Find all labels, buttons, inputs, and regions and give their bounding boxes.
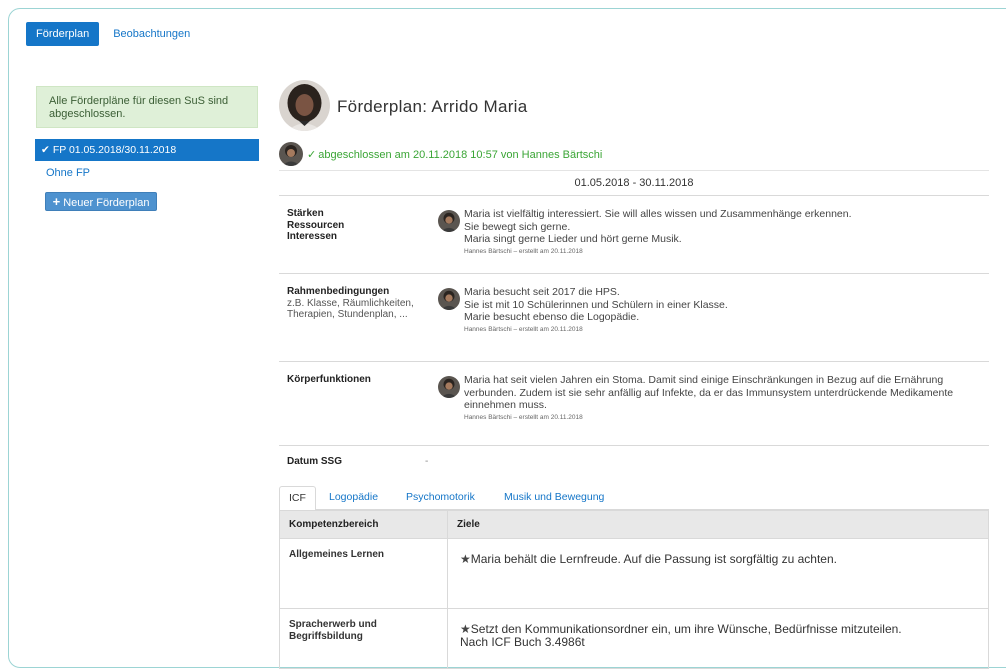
ziel-text: Nach ICF Buch 3.4986t	[460, 635, 585, 649]
text-line: Maria besucht seit 2017 die HPS.	[464, 286, 620, 298]
text-line: Sie bewegt sich gerne.	[464, 220, 571, 233]
text-line: Maria hat seit vielen Jahren ein Stoma. …	[464, 374, 954, 411]
status-row: ✓ abgeschlossen am 20.11.2018 10:57 von H…	[279, 142, 602, 166]
section-text: Maria hat seit vielen Jahren ein Stoma. …	[464, 374, 984, 422]
avatar	[279, 80, 330, 131]
label-line: Interessen	[287, 231, 338, 242]
tab-psychomotorik[interactable]: Psychomotorik	[406, 486, 475, 510]
star-icon[interactable]: ★	[460, 552, 471, 566]
text-line: Marie besucht ebenso die Logopädie.	[464, 311, 640, 323]
section-rahmenbedingungen: Rahmenbedingungen z.B. Klasse, Räumlichk…	[279, 274, 989, 362]
entry-meta: Hannes Bärtschi – erstellt am 20.11.2018	[464, 247, 583, 255]
table-row: Allgemeines Lernen ★Maria behält die Ler…	[279, 538, 989, 609]
sub-tab-bar: ICF Logopädie Psychomotorik Musik und Be…	[279, 486, 989, 511]
section-text: Maria besucht seit 2017 die HPS. Sie ist…	[464, 286, 984, 334]
section-text: Maria ist vielfältig interessiert. Sie w…	[464, 208, 984, 256]
check-icon: ✓	[307, 148, 317, 161]
text-line: Sie ist mit 10 Schülerinnen und Schülern…	[464, 298, 728, 311]
page-title: Förderplan: Arrido Maria	[337, 97, 528, 116]
tab-musik-und-bewegung[interactable]: Musik und Bewegung	[504, 486, 604, 510]
label-line: Stärken	[287, 208, 324, 219]
section-label: Rahmenbedingungen z.B. Klasse, Räumlichk…	[287, 286, 427, 321]
status-label: abgeschlossen am 20.11.2018 10:57 von Ha…	[318, 148, 603, 161]
tab-logopaedie[interactable]: Logopädie	[329, 486, 378, 510]
bereich-cell: Spracherwerb und Begriffsbildung	[279, 608, 448, 669]
column-header: Kompetenzbereich	[279, 510, 448, 539]
star-icon[interactable]: ★	[460, 622, 471, 636]
entry-meta: Hannes Bärtschi – erstellt am 20.11.2018	[464, 413, 583, 421]
author-avatar	[279, 142, 303, 166]
table-header-row: Kompetenzbereich Ziele	[279, 510, 989, 539]
label-sub: z.B. Klasse, Räumlichkeiten, Therapien, …	[287, 297, 414, 321]
label-line: Ressourcen	[287, 219, 345, 231]
check-icon: ✔	[41, 144, 50, 156]
plus-icon: +	[52, 194, 61, 209]
ziel-cell: ★Maria behält die Lernfreude. Auf die Pa…	[447, 538, 989, 609]
goals-table: Kompetenzbereich Ziele Allgemeines Lerne…	[279, 510, 989, 669]
ziel-cell: ★Setzt den Kommunikationsordner ein, um …	[447, 608, 989, 669]
datum-value: -	[425, 456, 429, 467]
entry-meta: Hannes Bärtschi – erstellt am 20.11.2018	[464, 325, 583, 333]
ziel-text: Maria behält die Lernfreude. Auf die Pas…	[470, 552, 837, 566]
sidebar-item-fp[interactable]: ✔ FP 01.05.2018/30.11.2018	[35, 139, 259, 161]
author-avatar	[438, 288, 460, 310]
new-foerderplan-button[interactable]: + Neuer Förderplan	[45, 192, 157, 211]
datum-label: Datum SSG	[287, 456, 343, 467]
status-text: ✓ abgeschlossen am 20.11.2018 10:57 von H…	[307, 148, 602, 161]
bereich-cell: Allgemeines Lernen	[279, 538, 448, 609]
section-label: Körperfunktionen	[287, 374, 427, 386]
sidebar-item-ohne-fp[interactable]: Ohne FP	[46, 167, 90, 179]
section-koerperfunktionen: Körperfunktionen Maria hat seit vielen J…	[279, 362, 989, 446]
author-avatar	[438, 210, 460, 232]
all-closed-notice: Alle Förderpläne für diesen SuS sind abg…	[36, 86, 258, 128]
new-button-label: Neuer Förderplan	[63, 197, 150, 209]
ziel-text: Setzt den Kommunikationsordner ein, um i…	[470, 622, 902, 636]
table-row: Spracherwerb und Begriffsbildung ★Setzt …	[279, 608, 989, 669]
author-avatar	[438, 376, 460, 398]
text-line: Maria singt gerne Lieder und hört gerne …	[464, 233, 682, 245]
fp-item-label: FP 01.05.2018/30.11.2018	[52, 144, 177, 156]
text-line: Maria ist vielfältig interessiert. Sie w…	[464, 208, 852, 220]
datum-ssg-row: Datum SSG -	[279, 446, 989, 476]
tab-beobachtungen[interactable]: Beobachtungen	[103, 22, 200, 46]
column-header: Ziele	[447, 510, 989, 539]
label-title: Rahmenbedingungen	[287, 286, 390, 297]
label-title: Körperfunktionen	[287, 374, 371, 385]
date-range: 01.05.2018 - 30.11.2018	[279, 170, 989, 196]
tab-foerderplan[interactable]: Förderplan	[26, 22, 100, 46]
top-tab-bar: Förderplan Beobachtungen	[26, 22, 200, 46]
section-label: Stärken Ressourcen Interessen	[287, 208, 427, 243]
section-staerken: Stärken Ressourcen Interessen Maria ist …	[279, 196, 989, 274]
tab-icf[interactable]: ICF	[279, 486, 316, 511]
